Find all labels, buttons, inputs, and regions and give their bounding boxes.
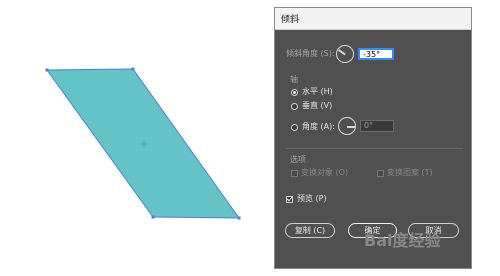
dialog-title: 倾斜 bbox=[281, 15, 300, 25]
radio-angle-label[interactable]: 角度 (A): bbox=[302, 122, 335, 132]
shear-angle-dial-icon[interactable] bbox=[336, 45, 354, 63]
copy-button[interactable]: 复制 (C) bbox=[285, 223, 335, 238]
radio-horizontal-label[interactable]: 水平 (H) bbox=[302, 87, 333, 97]
transform-patterns-checkbox bbox=[377, 170, 384, 177]
transform-patterns-label: 变换图案 (T) bbox=[387, 168, 433, 177]
radio-angle[interactable] bbox=[291, 124, 298, 131]
preview-label[interactable]: 预览 (P) bbox=[297, 194, 327, 204]
anchor-point[interactable] bbox=[131, 67, 135, 71]
radio-vertical-label[interactable]: 垂直 (V) bbox=[302, 101, 332, 111]
options-section-label: 选项 bbox=[290, 155, 306, 164]
anchor-point[interactable] bbox=[45, 68, 49, 72]
radio-horizontal[interactable] bbox=[291, 89, 298, 96]
section-divider bbox=[286, 148, 462, 149]
anchor-point[interactable] bbox=[151, 215, 155, 219]
axis-section-label: 轴 bbox=[290, 75, 298, 84]
watermark-logo: Bai度经验 bbox=[364, 231, 441, 250]
shear-angle-label: 倾斜角度 (S): bbox=[286, 49, 335, 58]
shear-angle-input[interactable]: -35° bbox=[358, 48, 394, 60]
transform-objects-checkbox bbox=[291, 170, 298, 177]
sheared-parallelogram-shape[interactable] bbox=[46, 68, 240, 219]
anchor-point[interactable] bbox=[237, 216, 241, 220]
axis-angle-input[interactable]: 0° bbox=[360, 120, 394, 132]
preview-checkbox[interactable] bbox=[286, 196, 293, 203]
axis-angle-dial-icon[interactable] bbox=[338, 117, 356, 135]
dialog-titlebar[interactable]: 倾斜 bbox=[275, 8, 471, 30]
radio-vertical[interactable] bbox=[291, 103, 298, 110]
transform-objects-label: 变换对象 (O) bbox=[301, 168, 349, 177]
